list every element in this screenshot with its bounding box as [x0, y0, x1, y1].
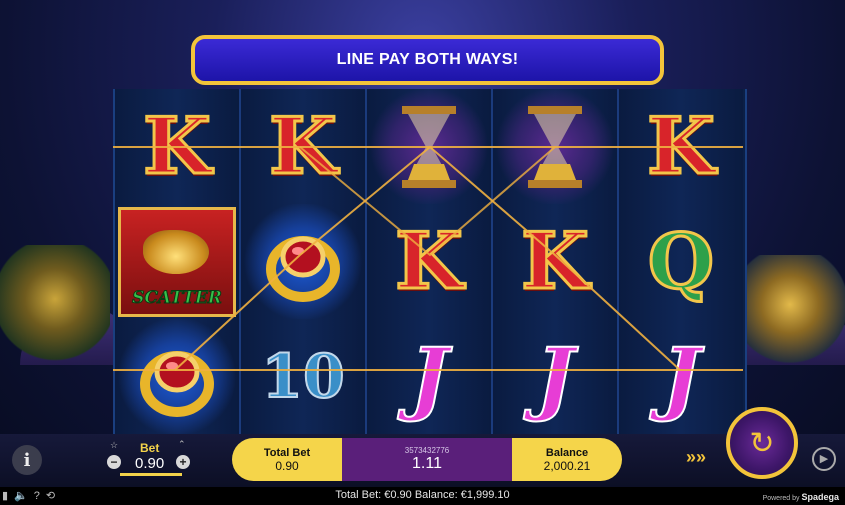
treasure-chest-right [735, 255, 845, 365]
symbol-k: K [394, 215, 465, 309]
spin-icon: ↻ [749, 426, 775, 460]
balance-label: Balance [545, 446, 589, 459]
ruby-ring-icon [266, 235, 340, 302]
bet-increase-button[interactable]: + [176, 455, 190, 469]
treasure-pile-left [0, 245, 110, 365]
symbol-k: K [268, 100, 339, 194]
round-id: 3573432776 [404, 446, 450, 455]
reel-5: K Q J [619, 89, 743, 434]
symbol-k: K [142, 100, 213, 194]
symbol-j: J [661, 329, 701, 425]
win-value: 1.11 [412, 455, 442, 472]
autoplay-button[interactable]: ▶ [812, 447, 836, 471]
symbol-scatter: SCATTER [115, 204, 239, 319]
balance-value: 2,000.21 [543, 458, 591, 473]
stats-panel: Total Bet 0.90 3573432776 1.11 Balance 2… [232, 438, 622, 481]
symbol-ring [115, 319, 239, 434]
powered-by-label: Powered by [762, 495, 800, 502]
line-pay-banner: LINE PAY BOTH WAYS! [191, 35, 664, 85]
symbol-k: K [520, 215, 591, 309]
chevron-up-icon: ⌃ [178, 439, 186, 449]
turbo-icon: »» [686, 447, 707, 467]
plus-icon: + [179, 455, 187, 469]
bet-decrease-button[interactable]: − [107, 455, 121, 469]
brand-name: Spadega [801, 492, 839, 502]
reel-grid: K SCATTER K 10 K J K J K Q J [113, 89, 747, 434]
total-bet-value: 0.90 [275, 458, 299, 473]
reel-1: K SCATTER [115, 89, 241, 434]
balance-panel: Balance 2,000.21 [512, 438, 622, 481]
ruby-ring-icon [140, 350, 214, 417]
banner-text: LINE PAY BOTH WAYS! [336, 51, 519, 68]
star-icon: ☆ [110, 440, 119, 450]
symbol-j: J [409, 329, 449, 425]
total-bet-label: Total Bet [263, 446, 311, 459]
win-panel: 3573432776 1.11 [342, 438, 512, 481]
scatter-label: SCATTER [132, 287, 223, 308]
hourglass-icon [528, 105, 582, 188]
magic-lamp-icon [143, 229, 209, 274]
symbol-ring [241, 204, 365, 319]
bet-label: Bet [140, 441, 160, 455]
total-bet-panel: Total Bet 0.90 [232, 438, 342, 481]
symbol-q: Q [646, 216, 715, 308]
hourglass-icon [402, 105, 456, 188]
symbol-hourglass [493, 89, 617, 204]
spin-button[interactable]: ↻ [726, 407, 798, 479]
autoplay-icon: ▶ [819, 453, 829, 465]
symbol-k: K [646, 100, 717, 194]
symbol-ten: 10 [260, 341, 345, 413]
reel-4: K J [493, 89, 619, 434]
bet-underline [120, 473, 182, 476]
turbo-button[interactable]: »» [686, 447, 714, 469]
info-button[interactable]: i [12, 445, 42, 475]
symbol-hourglass [367, 89, 491, 204]
bet-value: 0.90 [135, 455, 165, 472]
info-icon: i [23, 449, 31, 471]
reel-3: K J [367, 89, 493, 434]
footer-summary: Total Bet: €0.90 Balance: €1,999.10 [335, 489, 510, 501]
symbol-j: J [535, 329, 575, 425]
minus-icon: − [110, 455, 118, 469]
reel-2: K 10 [241, 89, 367, 434]
powered-by: Powered by Spadega [763, 492, 839, 502]
